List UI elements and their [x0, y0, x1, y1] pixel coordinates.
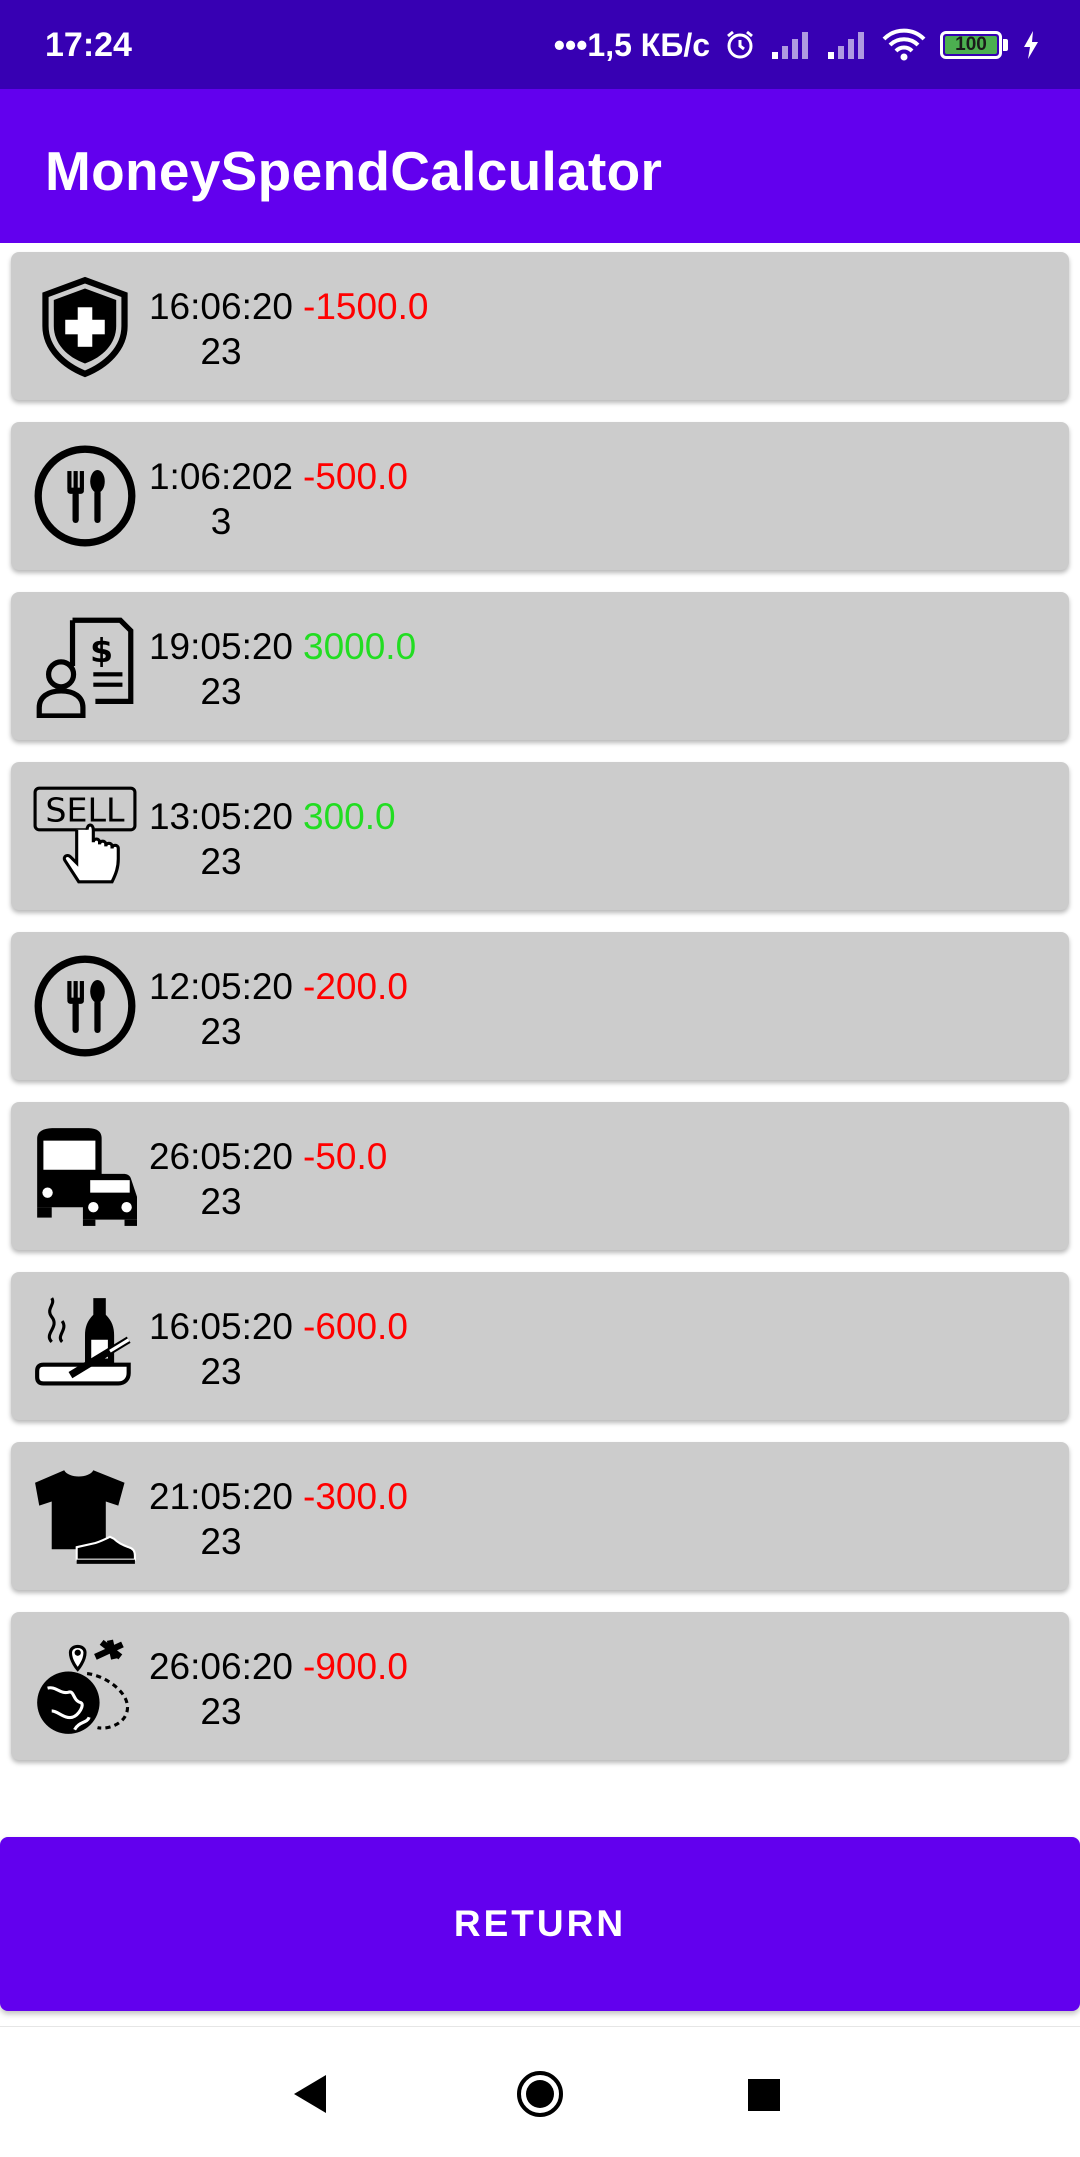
transaction-amount: -1500.0 [303, 286, 429, 327]
charging-icon [1022, 30, 1040, 60]
svg-text:SELL: SELL [45, 790, 125, 829]
transport-bus-car-icon [33, 1124, 137, 1228]
alarm-icon [724, 29, 756, 61]
back-icon[interactable] [290, 2071, 334, 2122]
travel-globe-plane-icon [33, 1634, 137, 1738]
transaction-amount: -200.0 [303, 966, 408, 1007]
transaction-amount: -50.0 [303, 1136, 388, 1177]
transaction-amount: -900.0 [303, 1646, 408, 1687]
return-button[interactable]: RETURN [0, 1837, 1080, 2011]
transaction-amount: 300.0 [303, 796, 396, 837]
transaction-date: 1:06:2023 [148, 456, 294, 542]
transaction-card[interactable]: 26:06:2023 -900.0 [11, 1612, 1069, 1760]
transaction-amount: -600.0 [303, 1306, 408, 1347]
transaction-date: 12:05:2023 [148, 966, 294, 1052]
transaction-date: 16:06:2023 [148, 286, 294, 372]
network-speed: •••1,5 КБ/с [553, 26, 710, 63]
wifi-icon [882, 28, 926, 62]
battery-level: 100 [955, 34, 987, 55]
navigation-bar [0, 2026, 1080, 2157]
transaction-card[interactable]: 12:05:2023 -200.0 [11, 932, 1069, 1080]
app-title: MoneySpendCalculator [45, 140, 663, 202]
transaction-amount: -500.0 [303, 456, 408, 497]
transaction-date: 19:05:2023 [148, 626, 294, 712]
health-shield-icon [33, 274, 137, 378]
transaction-card[interactable]: 16:06:2023 -1500.0 [11, 252, 1069, 400]
status-time: 17:24 [45, 26, 132, 64]
transaction-card[interactable]: 21:05:2023 -300.0 [11, 1442, 1069, 1590]
transaction-date: 26:06:2023 [148, 1646, 294, 1732]
transaction-card[interactable]: $ 19:05:2023 3000.0 [11, 592, 1069, 740]
home-icon[interactable] [515, 2069, 565, 2124]
signal-icon-2 [826, 30, 868, 60]
battery-icon: 100 [940, 31, 1008, 59]
transaction-card[interactable]: 26:05:2023 -50.0 [11, 1102, 1069, 1250]
transaction-card[interactable]: 1:06:2023 -500.0 [11, 422, 1069, 570]
signal-icon [770, 30, 812, 60]
app-bar: MoneySpendCalculator [0, 89, 1080, 243]
transaction-date: 16:05:2023 [148, 1306, 294, 1392]
food-fork-spoon-icon [33, 444, 137, 548]
transaction-date: 26:05:2023 [148, 1136, 294, 1222]
bad-habits-bottle-cigarette-icon [33, 1294, 137, 1398]
status-indicators: •••1,5 КБ/с 100 [554, 22, 1040, 68]
transaction-card[interactable]: 16:05:2023 -600.0 [11, 1272, 1069, 1420]
svg-text:$: $ [90, 631, 113, 670]
clothes-tshirt-shoe-icon [33, 1464, 137, 1568]
food-fork-spoon-icon [33, 954, 137, 1058]
status-bar: 17:24 •••1,5 КБ/с 100 [0, 0, 1080, 89]
transaction-amount: 3000.0 [303, 626, 417, 667]
recent-apps-icon[interactable] [746, 2077, 782, 2118]
transaction-amount: -300.0 [303, 1476, 408, 1517]
transaction-date: 21:05:2023 [148, 1476, 294, 1562]
transaction-date: 13:05:2023 [148, 796, 294, 882]
sell-hand-icon: SELL [33, 784, 137, 888]
salary-document-icon: $ [33, 614, 137, 718]
transaction-card[interactable]: SELL 13:05:2023 300.0 [11, 762, 1069, 910]
